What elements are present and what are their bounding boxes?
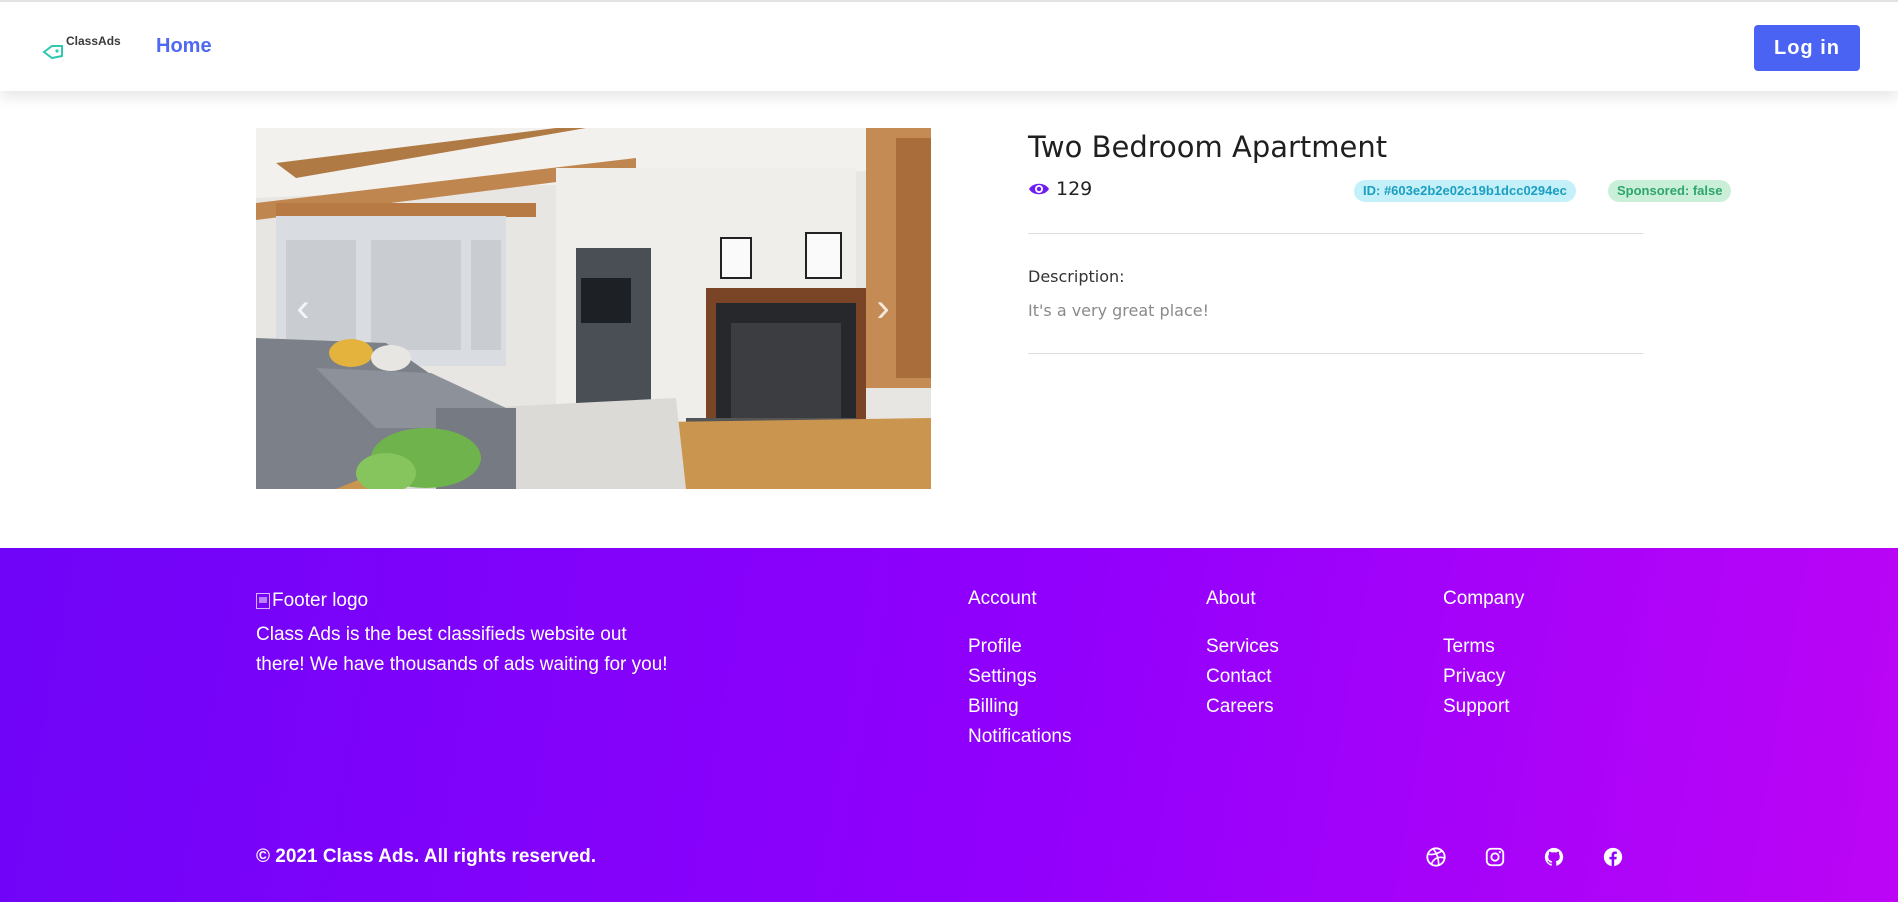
divider: [1028, 353, 1643, 354]
listing-id-badge: ID: #603e2b2e02c19b1dcc0294ec: [1354, 180, 1576, 202]
footer-column-account: Account Profile Settings Billing Notific…: [968, 588, 1072, 752]
description-label: Description:: [1028, 267, 1125, 286]
github-icon[interactable]: [1543, 846, 1565, 868]
listing-photo-carousel: ‹ ›: [256, 128, 931, 489]
footer-link-services[interactable]: Services: [1206, 632, 1279, 662]
footer-link-settings[interactable]: Settings: [968, 662, 1072, 692]
footer-logo-alt: Footer logo: [272, 590, 369, 611]
footer-about-text: Class Ads is the best classifieds websit…: [256, 624, 668, 675]
login-button[interactable]: Log in: [1754, 25, 1860, 71]
footer-column-title: About: [1206, 588, 1256, 609]
instagram-icon[interactable]: [1484, 846, 1506, 868]
footer-column-company: Company Terms Privacy Support: [1443, 588, 1524, 722]
dribbble-icon[interactable]: [1425, 846, 1447, 868]
facebook-icon[interactable]: [1602, 846, 1624, 868]
carousel-next-button[interactable]: ›: [868, 288, 898, 328]
listing-title: Two Bedroom Apartment: [1028, 130, 1388, 164]
footer-link-profile[interactable]: Profile: [968, 632, 1072, 662]
sponsored-badge: Sponsored: false: [1608, 180, 1732, 202]
footer-column-title: Company: [1443, 588, 1525, 609]
footer-logo: Footer logo: [256, 590, 368, 612]
footer-link-billing[interactable]: Billing: [968, 692, 1072, 722]
footer-link-terms[interactable]: Terms: [1443, 632, 1524, 662]
eye-icon: [1029, 183, 1049, 195]
listing-photo: [256, 128, 931, 489]
broken-image-icon: [256, 593, 270, 609]
view-count: 129: [1028, 178, 1092, 200]
description-text: It's a very great place!: [1028, 301, 1209, 320]
carousel-prev-button[interactable]: ‹: [288, 288, 318, 328]
footer-column-title: Account: [968, 588, 1037, 609]
tag-icon: [42, 45, 63, 60]
logo-text: ClassAds: [66, 34, 121, 48]
view-count-value: 129: [1056, 178, 1093, 200]
footer-link-careers[interactable]: Careers: [1206, 692, 1279, 722]
divider: [1028, 233, 1643, 234]
nav-home-link[interactable]: Home: [156, 35, 212, 58]
top-navbar: ClassAds Home Log in: [0, 0, 1898, 91]
footer-column-about: About Services Contact Careers: [1206, 588, 1279, 722]
footer-link-privacy[interactable]: Privacy: [1443, 662, 1524, 692]
footer-link-notifications[interactable]: Notifications: [968, 722, 1072, 752]
footer-link-support[interactable]: Support: [1443, 692, 1524, 722]
site-footer: Footer logo Class Ads is the best classi…: [0, 548, 1898, 902]
copyright-text: © 2021 Class Ads. All rights reserved.: [256, 846, 596, 867]
footer-link-contact[interactable]: Contact: [1206, 662, 1279, 692]
site-logo[interactable]: ClassAds: [42, 32, 126, 62]
